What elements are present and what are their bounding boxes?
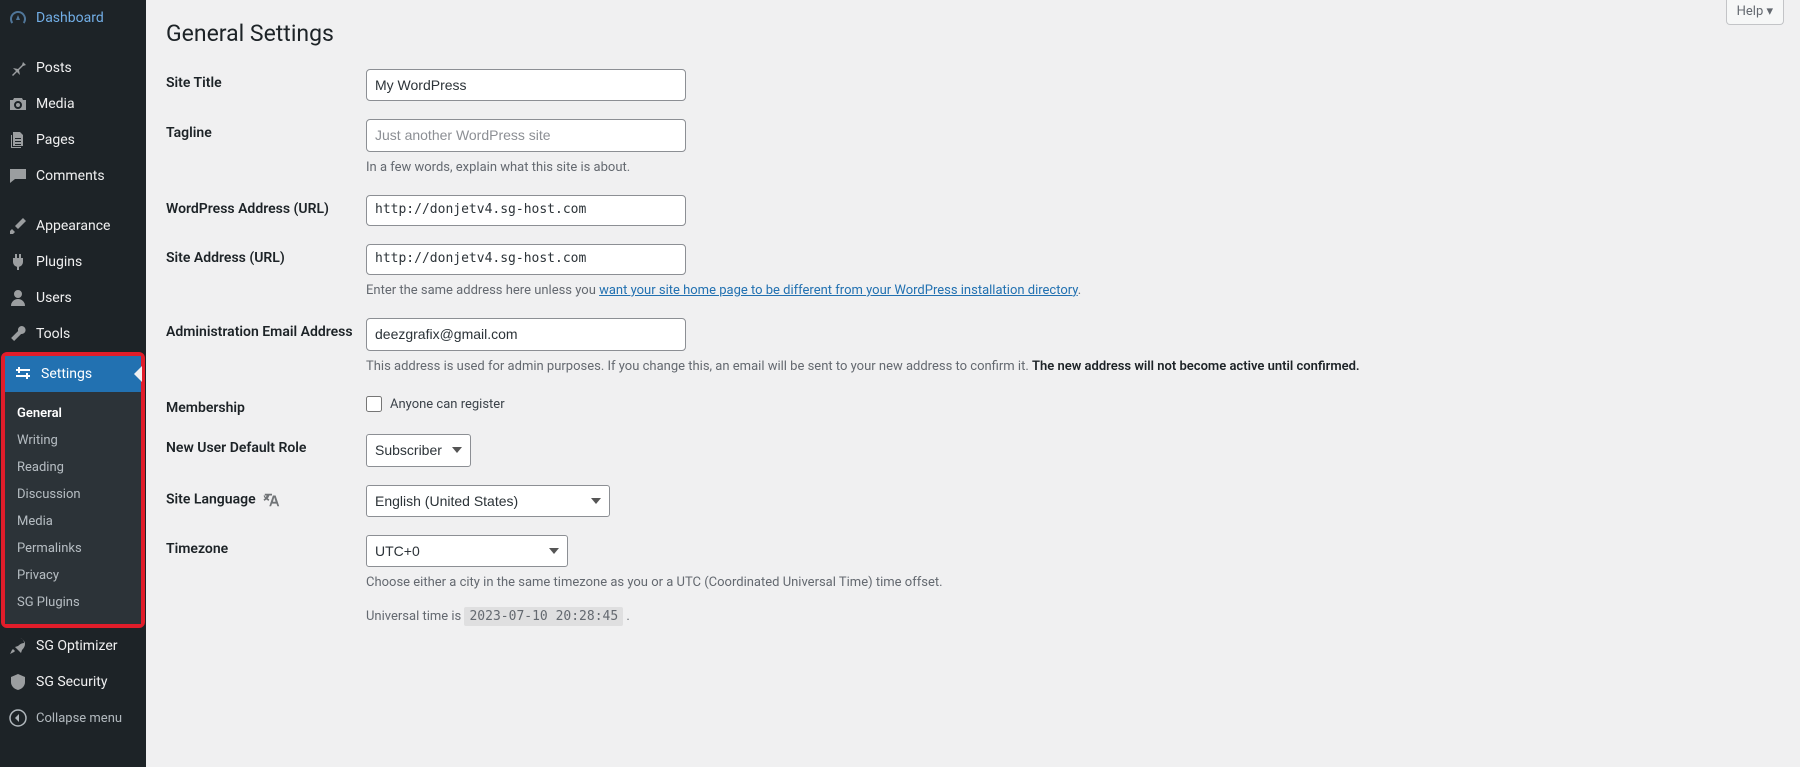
user-icon	[8, 288, 28, 308]
site-url-description: Enter the same address here unless you w…	[366, 281, 1780, 301]
sidebar-item-appearance[interactable]: Appearance	[0, 208, 146, 244]
speedometer-icon	[8, 8, 28, 28]
label-membership: Membership	[166, 394, 366, 416]
sliders-icon	[13, 364, 33, 384]
label-site-url: Site Address (URL)	[166, 244, 366, 266]
sidebar-item-settings[interactable]: Settings	[5, 356, 141, 392]
sidebar-item-label: Comments	[36, 168, 105, 184]
tagline-description: In a few words, explain what this site i…	[366, 158, 1780, 178]
sidebar-item-label: Appearance	[36, 218, 110, 234]
wrench-icon	[8, 324, 28, 344]
submenu-item-reading[interactable]: Reading	[5, 454, 141, 481]
submenu-item-general[interactable]: General	[5, 400, 141, 427]
site-url-help-link[interactable]: want your site home page to be different…	[599, 283, 1078, 298]
sidebar-item-sg-security[interactable]: SG Security	[0, 664, 146, 700]
help-tab[interactable]: Help ▾	[1726, 0, 1784, 25]
shield-icon	[8, 672, 28, 692]
tagline-input[interactable]	[366, 119, 686, 151]
submenu-item-sg-plugins[interactable]: SG Plugins	[5, 589, 141, 616]
sidebar-item-label: Users	[36, 290, 72, 306]
label-default-role: New User Default Role	[166, 434, 366, 456]
site-language-select[interactable]: English (United States)	[366, 485, 610, 517]
sidebar-item-label: Settings	[41, 366, 92, 382]
sidebar-item-label: Tools	[36, 326, 70, 342]
sidebar-item-label: SG Optimizer	[36, 638, 117, 654]
submenu-item-permalinks[interactable]: Permalinks	[5, 535, 141, 562]
plug-icon	[8, 252, 28, 272]
admin-sidebar: Dashboard Posts Media Pages Comments Appearan…	[0, 0, 146, 767]
sidebar-item-label: Media	[36, 96, 75, 112]
label-tagline: Tagline	[166, 119, 366, 141]
sidebar-item-label: SG Security	[36, 674, 107, 690]
label-admin-email: Administration Email Address	[166, 318, 366, 340]
highlight-box: Settings GeneralWritingReadingDiscussion…	[1, 352, 145, 628]
sidebar-item-tools[interactable]: Tools	[0, 316, 146, 352]
membership-checkbox-label: Anyone can register	[390, 397, 505, 412]
settings-submenu: GeneralWritingReadingDiscussionMediaPerm…	[5, 392, 141, 624]
label-timezone: Timezone	[166, 535, 366, 557]
content-area: Help ▾ General Settings Site Title Tagli…	[146, 0, 1800, 767]
collapse-label: Collapse menu	[36, 711, 122, 726]
sidebar-item-plugins[interactable]: Plugins	[0, 244, 146, 280]
label-wp-url: WordPress Address (URL)	[166, 195, 366, 217]
camera-icon	[8, 94, 28, 114]
label-site-title: Site Title	[166, 69, 366, 91]
site-url-input[interactable]	[366, 244, 686, 275]
default-role-select[interactable]: Subscriber	[366, 434, 471, 466]
submenu-item-discussion[interactable]: Discussion	[5, 481, 141, 508]
universal-time: Universal time is 2023-07-10 20:28:45 .	[366, 607, 1780, 627]
membership-checkbox[interactable]	[366, 396, 382, 412]
sidebar-item-posts[interactable]: Posts	[0, 50, 146, 86]
page-title: General Settings	[166, 20, 1780, 47]
sidebar-item-label: Plugins	[36, 254, 82, 270]
chat-icon	[8, 166, 28, 186]
submenu-item-writing[interactable]: Writing	[5, 427, 141, 454]
rocket-icon	[8, 636, 28, 656]
sidebar-item-label: Pages	[36, 132, 75, 148]
sidebar-item-media[interactable]: Media	[0, 86, 146, 122]
sidebar-item-label: Posts	[36, 60, 72, 76]
submenu-item-media[interactable]: Media	[5, 508, 141, 535]
sidebar-item-sg-optimizer[interactable]: SG Optimizer	[0, 628, 146, 664]
sidebar-item-pages[interactable]: Pages	[0, 122, 146, 158]
timezone-select[interactable]: UTC+0	[366, 535, 568, 567]
sidebar-item-dashboard[interactable]: Dashboard	[0, 0, 146, 36]
wp-url-input[interactable]	[366, 195, 686, 226]
admin-email-description: This address is used for admin purposes.…	[366, 357, 1780, 377]
pages-icon	[8, 130, 28, 150]
label-site-language: Site Language	[166, 485, 366, 509]
submenu-item-privacy[interactable]: Privacy	[5, 562, 141, 589]
collapse-icon	[8, 708, 28, 728]
pin-icon	[8, 58, 28, 78]
brush-icon	[8, 216, 28, 236]
sidebar-item-comments[interactable]: Comments	[0, 158, 146, 194]
collapse-menu-button[interactable]: Collapse menu	[0, 700, 146, 736]
admin-email-input[interactable]	[366, 318, 686, 350]
translate-icon	[263, 491, 281, 509]
timezone-description: Choose either a city in the same timezon…	[366, 573, 1780, 593]
sidebar-item-users[interactable]: Users	[0, 280, 146, 316]
site-title-input[interactable]	[366, 69, 686, 101]
sidebar-item-label: Dashboard	[36, 10, 104, 26]
